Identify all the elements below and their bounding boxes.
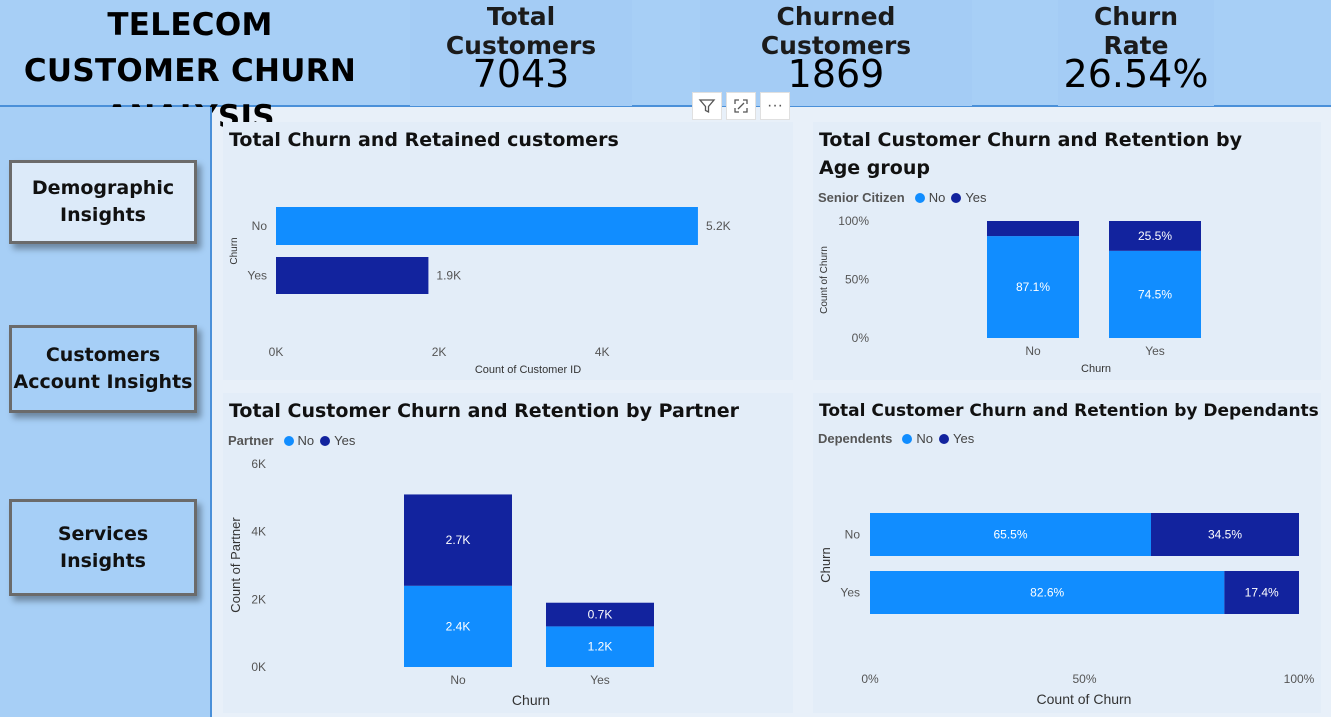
x-tick-label: No [1025, 344, 1041, 358]
data-label: 34.5% [1208, 528, 1242, 542]
focus-mode-icon[interactable] [726, 92, 756, 120]
category-label: Yes [840, 586, 860, 600]
chart-panel-partner[interactable]: Total Customer Churn and Retention by Pa… [223, 393, 793, 713]
data-label: 0.7K [588, 608, 613, 622]
kpi-value: 7043 [472, 52, 570, 96]
x-tick-label: 50% [1072, 672, 1096, 686]
y-axis-label: Churn [818, 547, 833, 582]
header-bar: TELECOM CUSTOMER CHURN ANALYSIS Total Cu… [0, 0, 1331, 135]
filter-icon[interactable] [692, 92, 722, 120]
x-tick-label: 100% [1284, 672, 1315, 686]
kpi-card-churn-rate: Churn Rate 26.54% [1058, 0, 1214, 106]
y-axis-label: Count of Partner [228, 517, 243, 613]
data-label: 87.1% [1016, 280, 1050, 294]
x-tick-label: Yes [590, 673, 610, 687]
data-label: 1.2K [588, 640, 613, 654]
x-tick-label: 4K [595, 345, 610, 359]
chart-svg: 0% 50% 100% 87.1% No 74.5% 25.5% Yes Churn Count … [819, 214, 1201, 375]
y-axis-label: Count of Churn [819, 246, 830, 314]
y-axis-label: Churn [229, 237, 240, 264]
data-label: 65.5% [993, 528, 1027, 542]
kpi-value: 1869 [787, 52, 885, 96]
category-label: No [845, 528, 861, 542]
bar-yes [276, 257, 429, 294]
data-label: 2.4K [446, 619, 471, 633]
category-label: No [252, 219, 268, 233]
nav-label: Demographic Insights [31, 177, 175, 226]
kpi-value: 26.54% [1063, 52, 1209, 96]
chart-svg: 0K 2K 4K 6K 2.4K 2.7K No 1.2K 0.7K Yes Churn Count … [228, 457, 654, 708]
x-axis-label: Count of Churn [1037, 691, 1132, 707]
data-label: 5.2K [706, 219, 731, 233]
x-axis-label: Churn [1081, 363, 1111, 375]
nav-label: Customers Account Insights [13, 344, 193, 393]
bar-no [276, 207, 698, 245]
x-tick-label: 2K [432, 345, 447, 359]
chart-svg: 65.5% 34.5% No 82.6% 17.4% Yes 0% 50% 100% Count … [818, 513, 1315, 707]
x-axis-label: Count of Customer ID [475, 364, 581, 376]
y-tick-label: 6K [251, 457, 266, 471]
y-tick-label: 50% [845, 273, 869, 287]
y-tick-label: 0K [251, 660, 266, 674]
data-label: 25.5% [1138, 229, 1172, 243]
x-tick-label: Yes [1145, 344, 1165, 358]
x-tick-label: No [450, 673, 466, 687]
data-label: 2.7K [446, 533, 471, 547]
nav-label: Services Insights [57, 522, 149, 572]
chart-svg: No 5.2K Yes 1.9K 0K 2K 4K Count of Customer ID C… [229, 207, 731, 376]
data-label: 74.5% [1138, 287, 1172, 301]
nav-customers-account-insights[interactable]: Customers Account Insights [9, 325, 197, 413]
chart-panel-churn-retained[interactable]: Total Churn and Retained customers No 5.2… [223, 122, 793, 380]
chart-panel-age-group[interactable]: Total Customer Churn and Retention by Ag… [813, 122, 1321, 380]
kpi-card-total-customers: Total Customers 7043 [410, 0, 632, 106]
x-tick-label: 0% [861, 672, 879, 686]
category-label: Yes [247, 269, 267, 283]
data-label: 82.6% [1030, 586, 1064, 600]
y-tick-label: 100% [838, 214, 869, 228]
more-options-icon[interactable]: ··· [760, 92, 790, 120]
nav-services-insights[interactable]: Services Insights [9, 499, 197, 596]
kpi-card-churned-customers: Churned Customers 1869 [700, 0, 972, 106]
bar-segment-yes [987, 221, 1079, 237]
y-tick-label: 0% [852, 331, 870, 345]
visual-header-toolbar: ··· [692, 92, 792, 120]
x-tick-label: 0K [269, 345, 284, 359]
y-tick-label: 2K [251, 592, 266, 606]
data-label: 1.9K [436, 269, 461, 283]
x-axis-label: Churn [512, 692, 550, 708]
data-label: 17.4% [1245, 586, 1279, 600]
nav-demographic-insights[interactable]: Demographic Insights [9, 160, 197, 244]
chart-panel-dependants[interactable]: Total Customer Churn and Retention by De… [813, 393, 1321, 713]
y-tick-label: 4K [251, 525, 266, 539]
sidebar: Demographic Insights Customers Account I… [0, 107, 212, 717]
